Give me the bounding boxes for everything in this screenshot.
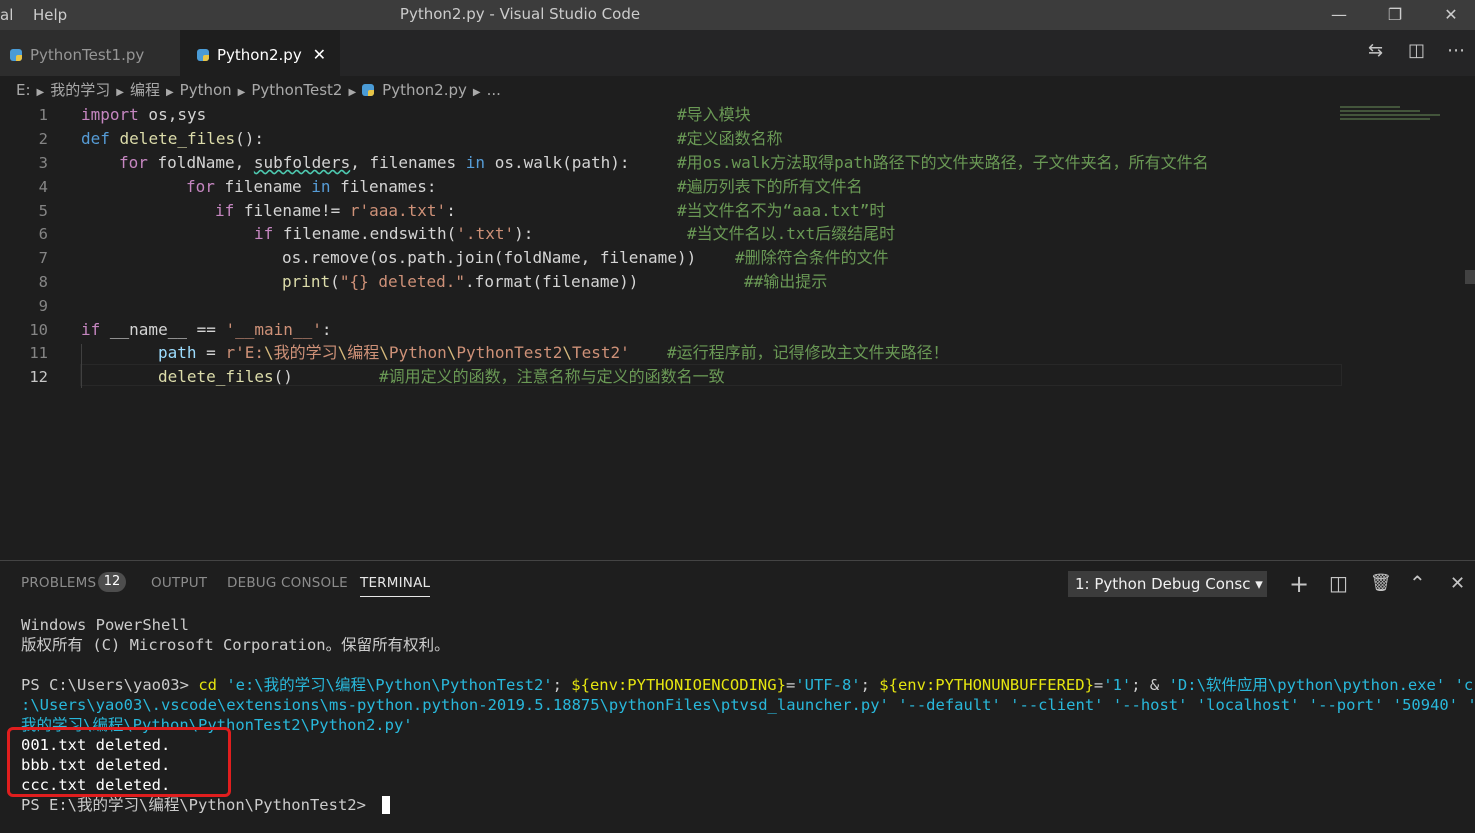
code-comment: #导入模块 xyxy=(677,105,751,124)
highlight-annotation-box xyxy=(7,727,231,797)
maximize-button[interactable]: ❐ xyxy=(1372,2,1418,28)
editor-tab-bar: PythonTest1.py Python2.py ✕ ⇆ ◫ ⋯ xyxy=(0,30,1475,76)
code-line: if filename!= r'aaa.txt': xyxy=(215,201,456,220)
title-bar: al Help Python2.py - Visual Studio Code … xyxy=(0,0,1475,30)
editor-scrollbar-thumb[interactable] xyxy=(1465,270,1475,284)
code-line: os.remove(os.path.join(foldName, filenam… xyxy=(282,248,697,267)
code-line: delete_files() xyxy=(158,367,293,386)
code-line: if filename.endswith('.txt'): xyxy=(254,224,534,243)
code-line: import os,sys xyxy=(81,105,207,124)
tab-label: Python2.py xyxy=(217,46,302,64)
more-actions-icon[interactable]: ⋯ xyxy=(1447,40,1465,61)
chevron-right-icon: ▶ xyxy=(348,87,357,98)
chevron-right-icon: ▶ xyxy=(472,87,481,98)
terminal-select-dropdown[interactable]: 1: Python Debug Consc ▾ xyxy=(1068,571,1267,597)
line-number: 10 xyxy=(29,321,48,339)
line-number: 9 xyxy=(38,297,48,315)
panel-tab-debug-console[interactable]: DEBUG CONSOLE xyxy=(227,575,348,591)
minimap[interactable] xyxy=(1340,104,1460,134)
terminal-output[interactable]: Windows PowerShell 版权所有 (C) Microsoft Co… xyxy=(21,615,1475,825)
window-title: Python2.py - Visual Studio Code xyxy=(399,5,641,23)
code-line: if __name__ == '__main__': xyxy=(81,320,332,339)
code-line: path = r'E:\我的学习\编程\Python\PythonTest2\T… xyxy=(158,343,630,362)
code-comment: ##输出提示 xyxy=(744,272,828,291)
code-comment: #运行程序前，记得修改主文件夹路径！ xyxy=(667,343,949,362)
maximize-panel-icon[interactable]: ⌃ xyxy=(1409,571,1426,595)
tab-pythontest1[interactable]: PythonTest1.py xyxy=(0,30,180,76)
terminal-line: 版权所有 (C) Microsoft Corporation。保留所有权利。 xyxy=(21,636,450,654)
minimize-button[interactable]: — xyxy=(1316,2,1362,28)
line-number-gutter: 1 2 3 4 5 6 7 8 9 10 11 12 xyxy=(0,104,60,394)
line-number: 8 xyxy=(38,273,48,291)
breadcrumb-item[interactable]: Python2.py xyxy=(382,81,467,99)
python-file-icon xyxy=(10,49,22,61)
code-area[interactable]: import os,sys #导入模块 def delete_files(): … xyxy=(81,104,1341,394)
line-number: 6 xyxy=(38,225,48,243)
new-terminal-icon[interactable]: + xyxy=(1289,570,1309,598)
breadcrumb-item[interactable]: E: xyxy=(0,81,31,99)
line-number: 11 xyxy=(29,344,48,362)
split-editor-icon[interactable]: ◫ xyxy=(1408,40,1425,61)
code-comment: #用os.walk方法取得path路径下的文件夹路径，子文件夹名，所有文件名 xyxy=(677,153,1209,172)
tab-python2[interactable]: Python2.py ✕ xyxy=(180,30,340,76)
code-line: print("{} deleted.".format(filename)) xyxy=(282,272,639,291)
breadcrumb-item[interactable]: ... xyxy=(487,81,501,99)
breadcrumb: E: ▶ 我的学习 ▶ 编程 ▶ Python ▶ PythonTest2 ▶ Python2.py… xyxy=(0,76,1475,104)
breadcrumb-item[interactable]: Python xyxy=(180,81,232,99)
open-changes-icon[interactable]: ⇆ xyxy=(1368,40,1383,61)
breadcrumb-item[interactable]: PythonTest2 xyxy=(251,81,342,99)
code-line: def delete_files(): xyxy=(81,129,265,148)
code-comment: #当文件名以.txt后缀结尾时 xyxy=(687,224,896,243)
indent-guide xyxy=(81,344,82,388)
line-number: 2 xyxy=(38,130,48,148)
code-comment: #调用定义的函数，注意名称与定义的函数名一致 xyxy=(379,367,725,386)
trash-icon[interactable]: 🗑 xyxy=(1370,573,1392,593)
chevron-right-icon: ▶ xyxy=(165,87,174,98)
panel-tab-problems[interactable]: PROBLEMS xyxy=(21,575,96,591)
code-comment: #当文件名不为“aaa.txt”时 xyxy=(677,201,886,220)
code-comment: #定义函数名称 xyxy=(677,129,783,148)
code-line: for filename in filenames: xyxy=(186,177,437,196)
python-file-icon xyxy=(197,49,209,61)
close-window-button[interactable]: ✕ xyxy=(1428,2,1474,28)
problems-count-badge: 12 xyxy=(98,572,126,592)
chevron-right-icon: ▶ xyxy=(36,87,45,98)
terminal-cursor xyxy=(382,796,390,814)
line-number: 1 xyxy=(38,106,48,124)
terminal-command-line: PS C:\Users\yao03> cd 'e:\我的学习\编程\Python… xyxy=(21,676,1474,694)
close-tab-icon[interactable]: ✕ xyxy=(313,30,326,80)
chevron-right-icon: ▶ xyxy=(116,87,124,98)
line-number-current: 12 xyxy=(29,368,48,386)
panel-tab-terminal[interactable]: TERMINAL xyxy=(360,575,431,597)
split-terminal-icon[interactable]: ◫ xyxy=(1329,571,1348,595)
code-comment: #删除符合条件的文件 xyxy=(735,248,889,267)
line-number: 7 xyxy=(38,249,48,267)
code-comment: #遍历列表下的所有文件名 xyxy=(677,177,863,196)
line-number: 4 xyxy=(38,178,48,196)
terminal-line: :\Users\yao03\.vscode\extensions\ms-pyth… xyxy=(21,696,1475,714)
terminal-line: Windows PowerShell xyxy=(21,616,189,634)
line-number: 5 xyxy=(38,202,48,220)
line-number: 3 xyxy=(38,154,48,172)
close-panel-icon[interactable]: ✕ xyxy=(1450,573,1465,594)
code-line: for foldName, subfolders, filenames in o… xyxy=(119,153,630,172)
tab-label: PythonTest1.py xyxy=(30,46,145,64)
chevron-right-icon: ▶ xyxy=(237,87,246,98)
breadcrumb-item[interactable]: 编程 xyxy=(130,81,160,99)
terminal-prompt: PS E:\我的学习\编程\Python\PythonTest2> xyxy=(21,796,376,814)
breadcrumb-item[interactable]: 我的学习 xyxy=(50,81,110,99)
python-file-icon xyxy=(362,84,375,96)
panel-tab-output[interactable]: OUTPUT xyxy=(151,575,207,591)
